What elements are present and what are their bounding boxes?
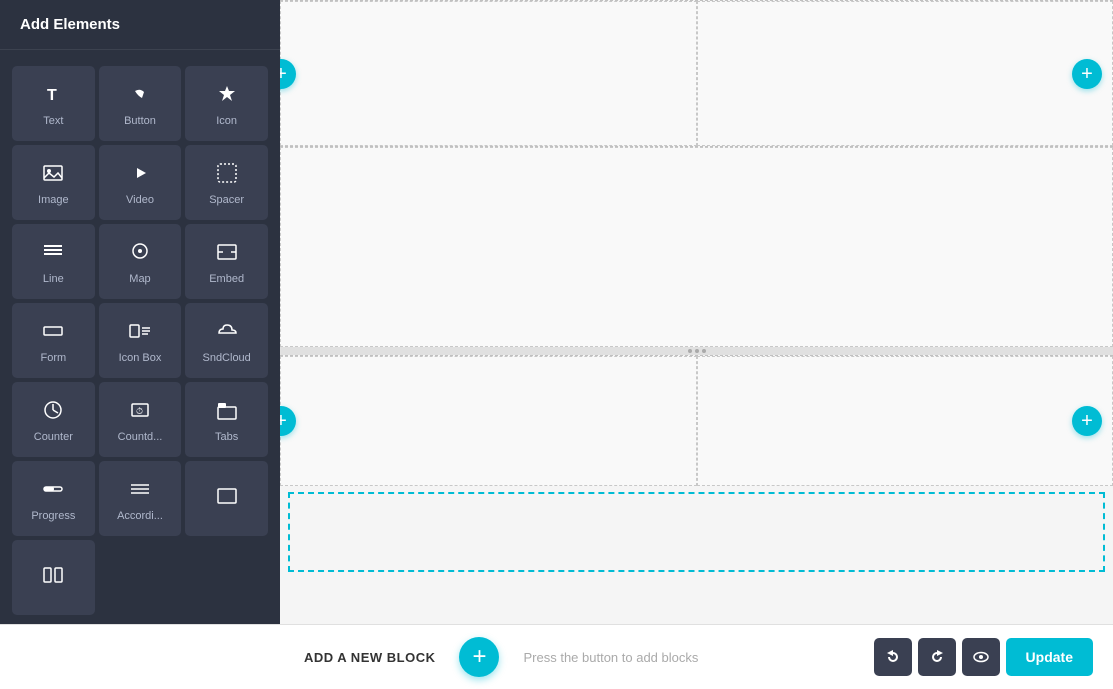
add-block-label: ADD A NEW BLOCK [304, 650, 435, 665]
undo-button[interactable] [874, 638, 912, 676]
counter-icon [42, 399, 64, 425]
svg-text:T: T [47, 87, 57, 104]
element-label-embed: Embed [209, 273, 244, 286]
element-label-image: Image [38, 194, 69, 207]
element-label-icon-box: Icon Box [119, 352, 162, 365]
add-element-btn-row3-right[interactable]: + [1072, 406, 1102, 436]
canvas-cell-3-1: + [280, 356, 697, 486]
cols-icon [42, 564, 64, 590]
resize-handle[interactable] [280, 347, 1113, 355]
element-item-image[interactable]: Image [12, 145, 95, 220]
embed-icon [216, 241, 238, 267]
add-element-btn-row1-right[interactable]: + [1072, 59, 1102, 89]
map-icon [129, 241, 151, 267]
canvas: + + [280, 0, 1113, 624]
bottom-toolbar: ADD A NEW BLOCK + Press the button to ad… [0, 624, 1113, 689]
element-item-form[interactable]: Form [12, 303, 95, 378]
tabs-icon [216, 399, 238, 425]
app: Add Elements T Text Button Icon Image Video Sp… [0, 0, 1113, 689]
canvas-row-1: + + [280, 0, 1113, 146]
element-label-map: Map [129, 273, 150, 286]
element-label-spacer: Spacer [209, 194, 244, 207]
element-item-icon[interactable]: Icon [185, 66, 268, 141]
element-item-cols[interactable] [12, 540, 95, 615]
preview-button[interactable] [962, 638, 1000, 676]
element-item-icon-box[interactable]: Icon Box [99, 303, 182, 378]
spacer-icon [216, 162, 238, 188]
update-button[interactable]: Update [1006, 638, 1093, 676]
element-label-tabs: Tabs [215, 431, 238, 444]
element-label-counter: Counter [34, 431, 73, 444]
svg-text:⏱: ⏱ [136, 406, 143, 416]
sidebar: Add Elements T Text Button Icon Image Video Sp… [0, 0, 280, 624]
element-label-form: Form [40, 352, 66, 365]
line-icon [42, 241, 64, 267]
element-label-countd: Countd... [118, 431, 163, 444]
element-item-progress[interactable]: Progress [12, 461, 95, 536]
canvas-row-2 [280, 146, 1113, 347]
add-element-btn-row1-left[interactable]: + [280, 59, 296, 89]
progress-icon [42, 478, 64, 504]
redo-button[interactable] [918, 638, 956, 676]
element-label-accordi: Accordi... [117, 510, 163, 523]
element-label-text: Text [43, 115, 63, 128]
canvas-cell-3-2: + [697, 356, 1113, 486]
sndcloud-icon [216, 320, 238, 346]
element-item-sndcloud[interactable]: SndCloud [185, 303, 268, 378]
element-item-text[interactable]: T Text [12, 66, 95, 141]
element-item-map[interactable]: Map [99, 224, 182, 299]
element-item-button[interactable]: Button [99, 66, 182, 141]
new-block-drop-area [288, 492, 1105, 572]
elements-grid: T Text Button Icon Image Video Spacer Line Map Em… [0, 50, 280, 624]
main-canvas-area: + + [280, 0, 1113, 624]
add-element-btn-row3-left[interactable]: + [280, 406, 296, 436]
icon-icon [216, 83, 238, 109]
element-label-line: Line [43, 273, 64, 286]
accordi-icon [129, 478, 151, 504]
add-block-button[interactable]: + [459, 637, 499, 677]
countd-icon: ⏱ [129, 399, 151, 425]
element-label-video: Video [126, 194, 154, 207]
video-icon [129, 162, 151, 188]
canvas-row-3: + + [280, 355, 1113, 486]
canvas-cell-1-1: + [280, 1, 697, 146]
form-icon [42, 320, 64, 346]
canvas-cell-1-2: + [697, 1, 1113, 146]
add-block-hint: Press the button to add blocks [523, 650, 861, 665]
element-item-embed[interactable]: Embed [185, 224, 268, 299]
element-item-counter[interactable]: Counter [12, 382, 95, 457]
toolbar-actions: Update [874, 638, 1093, 676]
icon-box-icon [129, 320, 151, 346]
element-item-tabs[interactable]: Tabs [185, 382, 268, 457]
text-icon: T [42, 83, 64, 109]
image-icon [42, 162, 64, 188]
element-item-accordi[interactable]: Accordi... [99, 461, 182, 536]
box1-icon [216, 485, 238, 511]
content-area: Add Elements T Text Button Icon Image Video Sp… [0, 0, 1113, 624]
element-label-button: Button [124, 115, 156, 128]
button-icon [129, 83, 151, 109]
sidebar-title: Add Elements [0, 0, 280, 50]
element-item-spacer[interactable]: Spacer [185, 145, 268, 220]
element-item-line[interactable]: Line [12, 224, 95, 299]
element-item-countd[interactable]: ⏱ Countd... [99, 382, 182, 457]
element-label-sndcloud: SndCloud [202, 352, 250, 365]
element-item-video[interactable]: Video [99, 145, 182, 220]
element-label-icon: Icon [216, 115, 237, 128]
element-label-progress: Progress [31, 510, 75, 523]
canvas-cell-2 [280, 147, 1113, 347]
element-item-box1[interactable] [185, 461, 268, 536]
